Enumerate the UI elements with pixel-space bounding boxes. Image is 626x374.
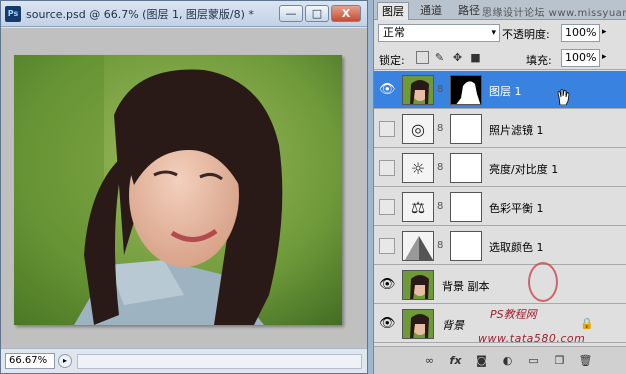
status-menu-arrow-icon[interactable]: ▸ (58, 354, 72, 368)
new-group-icon[interactable]: ▭ (526, 353, 541, 368)
lock-all-icon[interactable]: ■ (469, 51, 482, 64)
photo-thumbnail[interactable] (402, 270, 434, 300)
document-image[interactable] (14, 55, 342, 325)
link-icon[interactable]: ∞ (422, 353, 437, 368)
layer-name[interactable]: 背景 副本 (442, 278, 490, 294)
layer-row-layer-1[interactable]: 👁 8 图层 1 (374, 71, 626, 109)
eye-icon[interactable]: 👁 (379, 277, 396, 293)
fx-icon[interactable]: fx (448, 353, 463, 368)
balance-icon: ⚖ (403, 193, 433, 221)
tab-channels[interactable]: 通道 (416, 2, 446, 20)
layer-row-photo-filter[interactable]: ◎ 8 照片滤镜 1 (374, 110, 626, 148)
layer-name[interactable]: 背景 (442, 317, 464, 333)
panel-footer: ∞ fx ◙ ◐ ▭ ❐ 🗑 (374, 346, 626, 374)
watermark-top-text: 思缘设计论坛 www.missyuan.com (482, 8, 626, 19)
maximize-button[interactable]: □ (305, 5, 329, 22)
eye-icon[interactable]: 👁 (379, 316, 396, 332)
white-mask-thumbnail[interactable] (450, 153, 482, 183)
layer-name[interactable]: 图层 1 (489, 83, 522, 99)
fill-field[interactable]: 100% (561, 49, 600, 67)
brightness-icon: ☼ (403, 154, 433, 182)
new-layer-icon[interactable]: ❐ (552, 353, 567, 368)
watermark-ps-text: PS教程网 (490, 308, 537, 321)
adjustment-thumbnail[interactable] (402, 231, 434, 261)
watermark-url: www.tata580.com (478, 332, 586, 345)
document-title-bar[interactable]: Ps source.psd @ 66.7% (图层 1, 图层蒙版/8) * —… (1, 1, 367, 27)
document-title: source.psd @ 66.7% (图层 1, 图层蒙版/8) * (26, 8, 254, 21)
photoshop-logo-icon: Ps (5, 6, 21, 22)
chain-link-icon[interactable]: 8 (437, 84, 443, 95)
tab-layers[interactable]: 图层 (377, 2, 409, 20)
minimize-button[interactable]: — (279, 5, 303, 22)
status-bar: 66.67% ▸ (1, 348, 367, 373)
adjustment-thumbnail[interactable]: ◎ (402, 114, 434, 144)
adjustment-layer-icon[interactable]: ◐ (500, 353, 515, 368)
portrait-image (14, 55, 342, 325)
lock-position-move-icon[interactable]: ✥ (451, 51, 464, 64)
blend-options-row: 正常 ▾ 不透明度: 100% ▸ (374, 21, 626, 45)
eye-hidden-icon[interactable] (379, 160, 395, 176)
white-mask-thumbnail[interactable] (450, 231, 482, 261)
layer-name[interactable]: 照片滤镜 1 (489, 122, 544, 138)
silhouette-mask-thumbnail[interactable] (450, 75, 482, 105)
selective-color-icon (403, 232, 433, 260)
photo-thumbnail[interactable] (402, 309, 434, 339)
canvas-area[interactable] (1, 28, 367, 348)
chain-link-icon[interactable]: 8 (437, 162, 443, 173)
close-button[interactable]: X (331, 5, 361, 22)
chain-link-icon[interactable]: 8 (437, 123, 443, 134)
chain-link-icon[interactable]: 8 (437, 240, 443, 251)
blend-mode-value: 正常 (383, 26, 405, 39)
eye-hidden-icon[interactable] (379, 199, 395, 215)
adjustment-thumbnail[interactable]: ⚖ (402, 192, 434, 222)
chevron-down-icon: ▾ (491, 28, 496, 38)
photo-thumbnail[interactable] (402, 75, 434, 105)
lock-options-row: 锁定: ✎ ✥ ■ 填充: 100% ▸ (374, 46, 626, 70)
opacity-label: 不透明度: (502, 28, 550, 41)
lock-label: 锁定: (379, 54, 405, 67)
chain-link-icon[interactable]: 8 (437, 201, 443, 212)
lock-pixels-brush-icon[interactable]: ✎ (433, 51, 446, 64)
white-mask-thumbnail[interactable] (450, 192, 482, 222)
zoom-level-field[interactable]: 66.67% (5, 353, 55, 369)
opacity-slider-arrow-icon[interactable]: ▸ (602, 27, 607, 37)
white-mask-thumbnail[interactable] (450, 114, 482, 144)
panel-tabs: 图层 通道 路径 思缘设计论坛 www.missyuan.com (374, 0, 626, 20)
add-mask-icon[interactable]: ◙ (474, 353, 489, 368)
trash-icon[interactable]: 🗑 (578, 353, 593, 368)
adjustment-thumbnail[interactable]: ☼ (402, 153, 434, 183)
blend-mode-select[interactable]: 正常 ▾ (378, 24, 500, 42)
tab-paths[interactable]: 路径 (454, 2, 484, 20)
document-window: Ps source.psd @ 66.7% (图层 1, 图层蒙版/8) * —… (0, 0, 368, 374)
fill-label: 填充: (526, 54, 552, 67)
fill-slider-arrow-icon[interactable]: ▸ (602, 52, 607, 62)
eye-icon[interactable]: 👁 (379, 82, 396, 98)
eye-hidden-icon[interactable] (379, 238, 395, 254)
seal-stamp-watermark (528, 262, 558, 302)
eye-hidden-icon[interactable] (379, 121, 395, 137)
lock-transparent-icon[interactable] (416, 51, 429, 64)
photo-filter-icon: ◎ (403, 115, 433, 143)
horizontal-scrollbar[interactable] (77, 354, 362, 369)
hand-cursor-icon (557, 89, 570, 105)
opacity-field[interactable]: 100% (561, 24, 600, 42)
